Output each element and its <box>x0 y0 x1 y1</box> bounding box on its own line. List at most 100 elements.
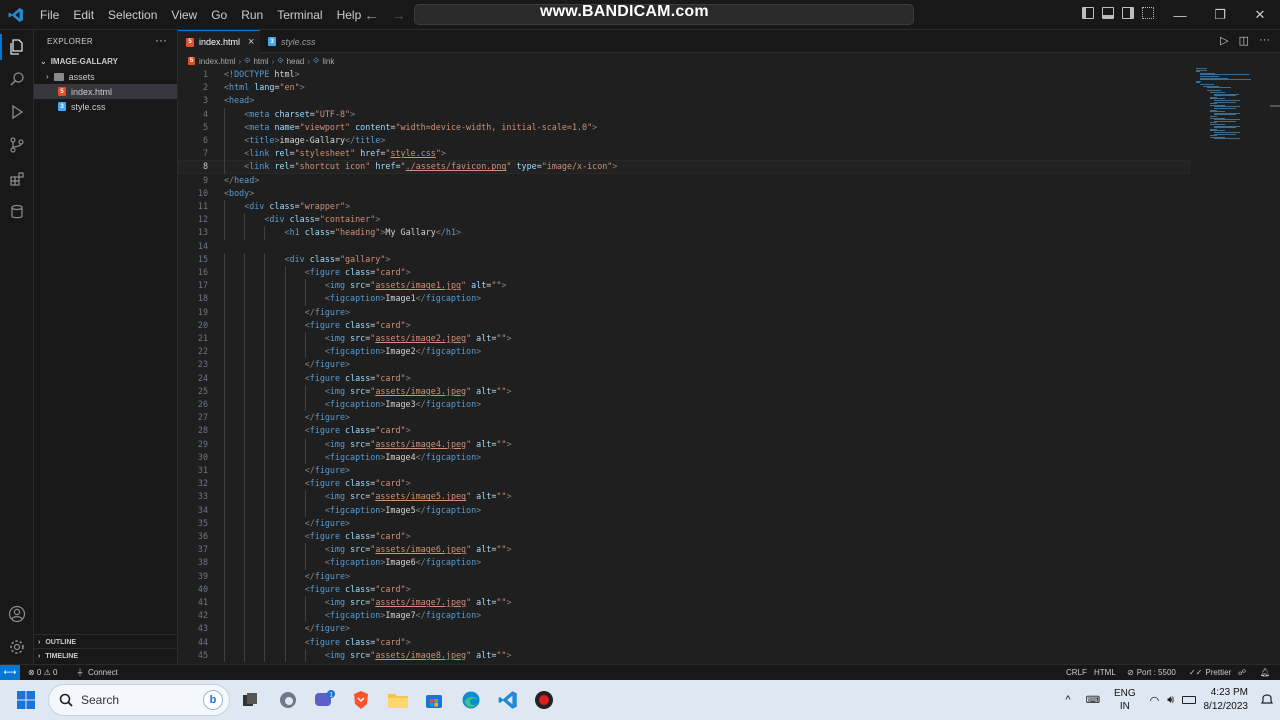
connect-status[interactable]: ⏚ Connect <box>76 665 118 680</box>
extensions-icon[interactable] <box>0 162 34 196</box>
minimap[interactable] <box>1196 68 1266 148</box>
microsoft-store-icon[interactable] <box>422 688 446 712</box>
outline-section[interactable]: › OUTLINE <box>34 634 177 649</box>
code-line[interactable]: 33 <img src="assets/image5.jpeg" alt=""> <box>178 490 1190 504</box>
code-line[interactable]: 39 </figure> <box>178 569 1190 583</box>
tab-index-html[interactable]: 5 index.html × <box>178 30 260 53</box>
eol-indicator[interactable]: CRLF <box>1066 665 1087 680</box>
edge-browser-icon[interactable] <box>459 688 483 712</box>
close-tab-icon[interactable]: × <box>248 36 254 48</box>
file-explorer-icon[interactable] <box>386 688 410 712</box>
code-line[interactable]: 35 </figure> <box>178 516 1190 530</box>
code-line[interactable]: 7 <link rel="stylesheet" href="style.css… <box>178 147 1190 161</box>
menu-terminal[interactable]: Terminal <box>270 0 329 30</box>
run-file-icon[interactable]: ▷ <box>1220 34 1228 47</box>
chat-icon[interactable]: 1 <box>312 688 336 712</box>
code-line[interactable]: 23 </figure> <box>178 358 1190 372</box>
back-arrow-icon[interactable]: ← <box>364 7 379 24</box>
code-line[interactable]: 29 <img src="assets/image4.jpeg" alt=""> <box>178 437 1190 451</box>
forward-arrow-icon[interactable]: → <box>391 7 406 24</box>
search-icon[interactable] <box>0 62 34 96</box>
menu-go[interactable]: Go <box>204 0 234 30</box>
code-line[interactable]: 36 <figure class="card"> <box>178 530 1190 544</box>
tree-item-assets[interactable]: › assets <box>34 69 177 84</box>
problems-indicator[interactable]: ⊗ 0 ⚠ 0 <box>28 665 57 680</box>
more-editor-actions-icon[interactable]: ··· <box>1259 34 1270 47</box>
volume-icon[interactable]: 🔊︎ <box>1167 694 1174 707</box>
code-line[interactable]: 15 <div class="gallary"> <box>178 252 1190 266</box>
database-icon[interactable] <box>0 195 34 229</box>
breadcrumb-link[interactable]: link <box>322 57 334 66</box>
menu-view[interactable]: View <box>164 0 204 30</box>
workspace-folder[interactable]: ⌄ IMAGE-GALLARY <box>34 54 177 68</box>
code-line[interactable]: 26 <figcaption>Image3</figcaption> <box>178 398 1190 412</box>
notifications-bell-icon[interactable]: 🔔︎ <box>1260 665 1270 680</box>
vscode-taskbar-icon[interactable] <box>496 688 520 712</box>
toggle-secondary-sidebar-icon[interactable] <box>1122 7 1134 19</box>
customize-layout-icon[interactable] <box>1142 7 1154 19</box>
taskbar-search[interactable]: Search b <box>48 684 230 716</box>
run-debug-icon[interactable] <box>0 95 34 129</box>
source-control-icon[interactable] <box>0 128 34 162</box>
windows-start-icon[interactable] <box>14 688 38 712</box>
code-line[interactable]: 22 <figcaption>Image2</figcaption> <box>178 345 1190 359</box>
code-line[interactable]: 42 <figcaption>Image7</figcaption> <box>178 609 1190 623</box>
taskbar-clock[interactable]: 4:23 PM 8/12/2023 <box>1204 686 1249 714</box>
code-line[interactable]: 45 <img src="assets/image8.jpeg" alt=""> <box>178 648 1190 662</box>
breadcrumb-head[interactable]: head <box>287 57 305 66</box>
breadcrumb-file[interactable]: index.html <box>199 57 235 66</box>
input-language[interactable]: ENG IN <box>1114 687 1136 713</box>
code-line[interactable]: 10 <body> <box>178 187 1190 200</box>
code-line[interactable]: 32 <figure class="card"> <box>178 477 1190 491</box>
keyboard-icon[interactable]: ⌨ <box>1082 695 1104 706</box>
menu-file[interactable]: File <box>33 0 66 30</box>
code-line[interactable]: 9 </head> <box>178 174 1190 187</box>
code-line[interactable]: 18 <figcaption>Image1</figcaption> <box>178 292 1190 306</box>
code-line[interactable]: 34 <figcaption>Image5</figcaption> <box>178 503 1190 517</box>
scrollbar-thumb[interactable] <box>1270 105 1280 107</box>
toggle-panel-icon[interactable] <box>1102 7 1114 19</box>
menu-selection[interactable]: Selection <box>101 0 164 30</box>
account-icon[interactable] <box>0 597 34 631</box>
code-line[interactable]: 19 </figure> <box>178 305 1190 319</box>
brave-browser-icon[interactable] <box>349 688 373 712</box>
menu-help[interactable]: Help <box>330 0 369 30</box>
code-line[interactable]: 31 </figure> <box>178 464 1190 478</box>
code-line[interactable]: 21 <img src="assets/image2.jpeg" alt=""> <box>178 332 1190 346</box>
wifi-icon[interactable]: ◠ <box>1150 694 1160 707</box>
code-line[interactable]: 38 <figcaption>Image6</figcaption> <box>178 556 1190 570</box>
explorer-icon[interactable] <box>0 30 34 64</box>
code-line[interactable]: 17 <img src="assets/image1.jpg" alt=""> <box>178 279 1190 293</box>
remote-indicator-icon[interactable]: ⟷ <box>0 665 20 680</box>
code-line[interactable]: 5 <meta name="viewport" content="width=d… <box>178 120 1190 134</box>
code-line[interactable]: 41 <img src="assets/image7.jpeg" alt=""> <box>178 596 1190 610</box>
live-server-port[interactable]: ⊘ Port : 5500 <box>1127 665 1176 680</box>
code-line[interactable]: 27 </figure> <box>178 411 1190 425</box>
settings-gear-icon[interactable] <box>0 630 34 664</box>
code-line[interactable]: 13 <h1 class="heading">My Gallary</h1> <box>178 226 1190 240</box>
code-line[interactable]: 28 <figure class="card"> <box>178 424 1190 438</box>
code-line[interactable]: 16 <figure class="card"> <box>178 266 1190 280</box>
language-mode[interactable]: HTML <box>1094 665 1116 680</box>
prettier-status[interactable]: ✓✓ Prettier <box>1189 665 1231 680</box>
code-line[interactable]: 25 <img src="assets/image3.jpeg" alt=""> <box>178 384 1190 398</box>
code-line[interactable]: 8 <link rel="shortcut icon" href="./asse… <box>178 160 1190 174</box>
code-line[interactable]: 24 <figure class="card"> <box>178 371 1190 385</box>
task-view-icon[interactable] <box>238 688 262 712</box>
code-line[interactable]: 14 <box>178 240 1190 253</box>
code-line[interactable]: 20 <figure class="card"> <box>178 318 1190 332</box>
split-editor-icon[interactable]: ◫ <box>1239 34 1249 47</box>
chevron-up-icon[interactable]: ^ <box>1060 694 1076 706</box>
bandicam-record-icon[interactable] <box>532 688 556 712</box>
breadcrumb-html[interactable]: html <box>253 57 268 66</box>
bing-icon[interactable]: b <box>203 690 223 710</box>
tree-item-index-html[interactable]: 5 index.html <box>34 84 177 99</box>
code-line[interactable]: 37 <img src="assets/image6.jpeg" alt=""> <box>178 543 1190 557</box>
restore-icon[interactable]: ❐ <box>1200 0 1240 30</box>
toggle-sidebar-icon[interactable] <box>1082 7 1094 19</box>
battery-icon[interactable] <box>1182 696 1197 704</box>
timeline-section[interactable]: › TIMELINE <box>34 648 177 663</box>
code-line[interactable]: 4 <meta charset="UTF-8"> <box>178 107 1190 121</box>
code-line[interactable]: 6 <title>image-Gallary</title> <box>178 134 1190 148</box>
code-line[interactable]: 43 </figure> <box>178 622 1190 636</box>
